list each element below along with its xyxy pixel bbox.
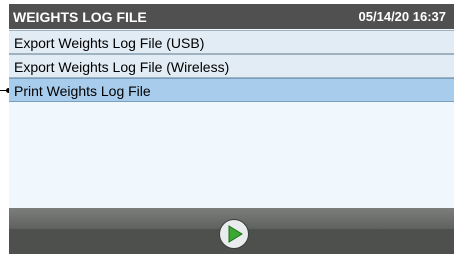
device-screen: WEIGHTS LOG FILE 05/14/20 16:37 Export W…: [9, 4, 454, 254]
footer-bar: [9, 208, 454, 254]
menu-item-print[interactable]: Print Weights Log File: [9, 78, 454, 102]
play-button[interactable]: [219, 219, 249, 249]
menu-item-export-wireless[interactable]: Export Weights Log File (Wireless): [9, 54, 454, 78]
datetime-display: 05/14/20 16:37: [358, 9, 446, 24]
page-title: WEIGHTS LOG FILE: [13, 9, 147, 25]
play-icon: [228, 225, 243, 243]
empty-content-area: [9, 103, 454, 208]
menu-item-label: Print Weights Log File: [14, 83, 151, 99]
menu-item-label: Export Weights Log File (Wireless): [14, 59, 230, 75]
menu-item-export-usb[interactable]: Export Weights Log File (USB): [9, 30, 454, 54]
header-bar: WEIGHTS LOG FILE 05/14/20 16:37: [9, 4, 454, 29]
menu-item-label: Export Weights Log File (USB): [14, 35, 205, 51]
